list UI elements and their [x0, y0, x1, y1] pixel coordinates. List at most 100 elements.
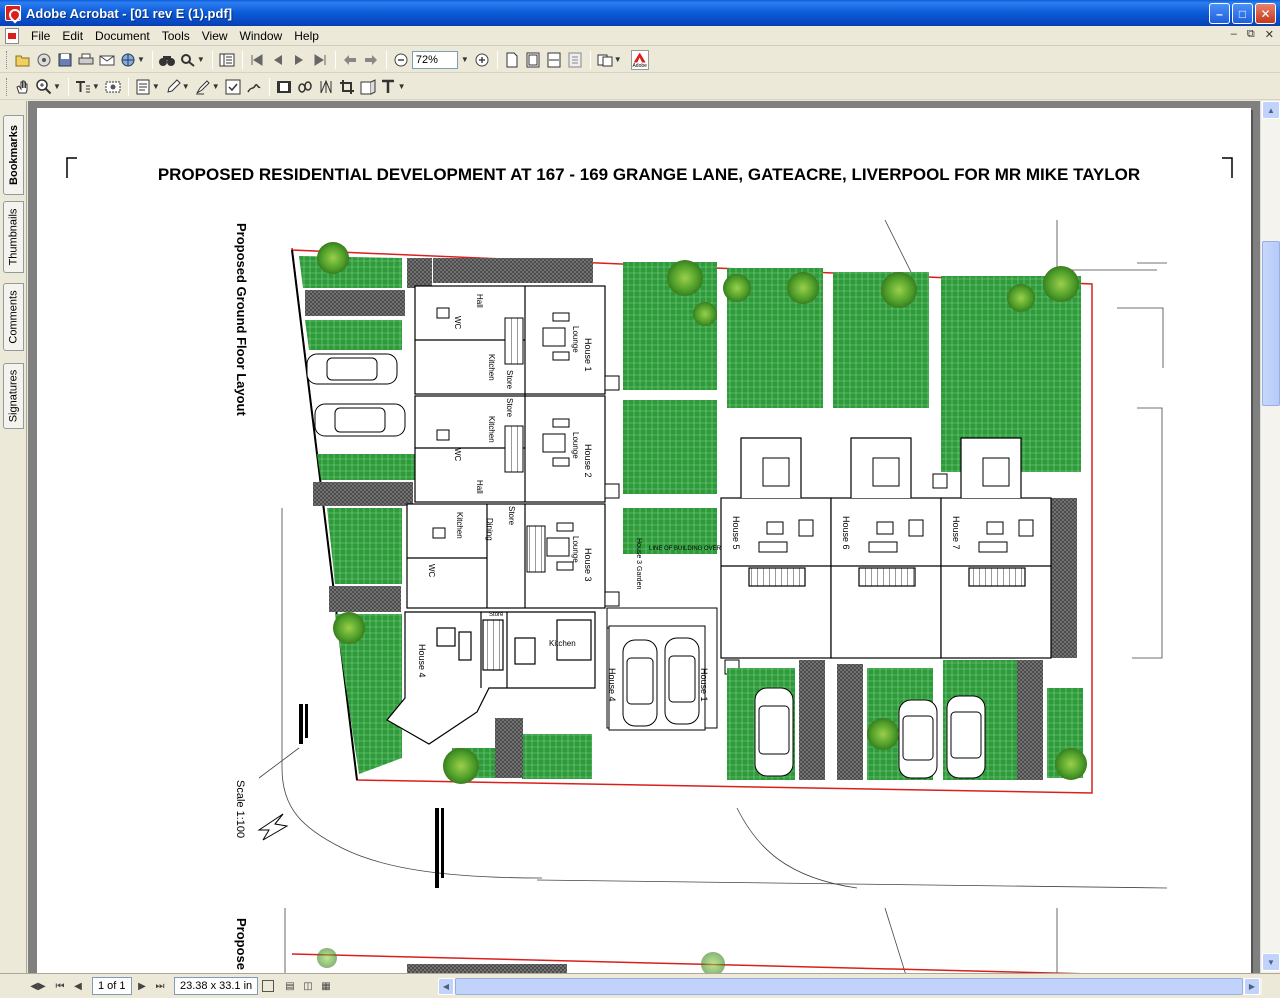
fit-page-icon[interactable] [523, 50, 543, 70]
print-icon[interactable] [76, 50, 96, 70]
doc-close-icon[interactable]: ✕ [1265, 28, 1274, 41]
open-icon[interactable] [13, 50, 33, 70]
split-arrows-icon[interactable]: ◀▶ [30, 978, 46, 994]
document-view[interactable]: PROPOSED RESIDENTIAL DEVELOPMENT AT 167 … [28, 101, 1260, 973]
menu-file[interactable]: File [25, 26, 56, 46]
doc-minimize-icon[interactable]: – [1231, 28, 1237, 41]
close-button[interactable]: ✕ [1255, 3, 1276, 24]
car-icon [946, 695, 986, 779]
snapshot-icon[interactable] [103, 77, 123, 97]
minimize-button[interactable]: – [1209, 3, 1230, 24]
single-page-icon[interactable] [262, 980, 274, 992]
text-select-dropdown-icon[interactable]: ▼ [92, 82, 100, 91]
zoom-level-input[interactable] [411, 50, 458, 69]
fit-width-icon[interactable] [544, 50, 564, 70]
article-tool-icon[interactable] [316, 77, 336, 97]
store-label: Store [489, 612, 504, 618]
store-label: Store [507, 506, 516, 526]
sign-tool-icon[interactable] [244, 77, 264, 97]
search-icon[interactable] [157, 50, 177, 70]
highlight-dropdown-icon[interactable]: ▼ [212, 82, 220, 91]
pencil-dropdown-icon[interactable]: ▼ [182, 82, 190, 91]
web-icon[interactable] [118, 50, 138, 70]
horizontal-scroll-thumb[interactable] [455, 978, 1243, 995]
horizontal-scrollbar[interactable]: ◀ ▶ [438, 978, 1262, 995]
menu-help[interactable]: Help [288, 26, 325, 46]
tab-comments[interactable]: Comments [3, 283, 24, 351]
menu-document[interactable]: Document [89, 26, 156, 46]
menu-window[interactable]: Window [234, 26, 289, 46]
menu-edit[interactable]: Edit [56, 26, 89, 46]
link-tool-icon[interactable] [295, 77, 315, 97]
page-size-field: 23.38 x 33.1 in [174, 977, 259, 995]
continuous-icon[interactable]: ▤ [282, 978, 298, 994]
zoom-out-icon[interactable] [391, 50, 411, 70]
toolbar-grip[interactable] [6, 50, 9, 69]
save-icon[interactable] [55, 50, 75, 70]
zoom-dropdown-icon[interactable]: ▼ [461, 55, 469, 64]
highlight-tool-icon[interactable] [193, 77, 213, 97]
tab-signatures[interactable]: Signatures [3, 363, 24, 429]
find-dropdown-icon[interactable]: ▼ [197, 55, 205, 64]
tab-bookmarks[interactable]: Bookmarks [3, 115, 24, 195]
pages-tool-icon[interactable] [358, 77, 378, 97]
previous-view-icon[interactable] [340, 50, 360, 70]
text-select-icon[interactable] [73, 77, 93, 97]
rotate-dropdown-icon[interactable]: ▼ [614, 55, 622, 64]
next-page-icon[interactable] [289, 50, 309, 70]
previous-page-icon[interactable]: ◀ [70, 978, 86, 994]
scroll-up-icon[interactable]: ▲ [1262, 101, 1280, 119]
file-toolbar: ▼ ▼ ▼ ▼ Adobe [0, 47, 1280, 73]
facing-icon[interactable]: ◫ [300, 978, 316, 994]
last-page-icon[interactable] [310, 50, 330, 70]
page-number-field[interactable]: 1 of 1 [92, 977, 132, 995]
hall-label: Hall [475, 294, 484, 308]
acrobat-app-icon[interactable] [5, 5, 21, 21]
email-icon[interactable] [97, 50, 117, 70]
next-view-icon[interactable] [361, 50, 381, 70]
web-dropdown-icon[interactable]: ▼ [137, 55, 145, 64]
scroll-thumb[interactable] [1262, 241, 1280, 406]
note-tool-icon[interactable] [133, 77, 153, 97]
find-icon[interactable] [178, 50, 198, 70]
rotate-view-icon[interactable] [595, 50, 615, 70]
menu-view[interactable]: View [196, 26, 234, 46]
menu-tools[interactable]: Tools [156, 26, 196, 46]
status-bar: ◀▶ ⏮ ◀ 1 of 1 ▶ ⏭ 23.38 x 33.1 in ▤ ◫ ▦ … [0, 973, 1280, 998]
zoom-tool-icon[interactable] [34, 77, 54, 97]
pdf-page[interactable]: PROPOSED RESIDENTIAL DEVELOPMENT AT 167 … [37, 108, 1251, 973]
hand-tool-icon[interactable] [13, 77, 33, 97]
pencil-tool-icon[interactable] [163, 77, 183, 97]
organizer-icon[interactable] [34, 50, 54, 70]
zoom-tool-dropdown-icon[interactable]: ▼ [53, 82, 61, 91]
kitchen-label: Kitchen [455, 512, 464, 539]
scroll-left-icon[interactable]: ◀ [438, 978, 454, 995]
first-page-icon[interactable]: ⏮ [52, 978, 68, 994]
touchup-text-icon[interactable] [379, 77, 399, 97]
zoom-in-icon[interactable] [472, 50, 492, 70]
scroll-right-icon[interactable]: ▶ [1244, 978, 1260, 995]
movie-tool-icon[interactable] [274, 77, 294, 97]
form-tool-icon[interactable] [223, 77, 243, 97]
scroll-down-icon[interactable]: ▼ [1262, 953, 1280, 971]
reflow-icon[interactable] [565, 50, 585, 70]
maximize-button[interactable]: □ [1232, 3, 1253, 24]
vertical-scrollbar[interactable]: ▲ ▼ [1260, 101, 1280, 973]
house-5-label: House 5 [731, 516, 741, 550]
last-page-icon[interactable]: ⏭ [152, 978, 168, 994]
tools-toolbar: ▼ ▼ ▼ ▼ ▼ ▼ [0, 74, 1280, 100]
continuous-facing-icon[interactable]: ▦ [318, 978, 334, 994]
tab-thumbnails[interactable]: Thumbnails [3, 201, 24, 273]
crop-tool-icon[interactable] [337, 77, 357, 97]
navigation-pane-icon[interactable] [217, 50, 237, 70]
actual-size-icon[interactable] [502, 50, 522, 70]
adobe-logo[interactable]: Adobe [630, 49, 649, 70]
toolbar-grip[interactable] [6, 77, 9, 96]
touchup-dropdown-icon[interactable]: ▼ [398, 82, 406, 91]
first-page-icon[interactable] [247, 50, 267, 70]
next-page-icon[interactable]: ▶ [134, 978, 150, 994]
doc-restore-icon[interactable]: ⧉ [1247, 28, 1255, 41]
previous-page-icon[interactable] [268, 50, 288, 70]
note-dropdown-icon[interactable]: ▼ [152, 82, 160, 91]
document-icon[interactable] [5, 27, 19, 44]
